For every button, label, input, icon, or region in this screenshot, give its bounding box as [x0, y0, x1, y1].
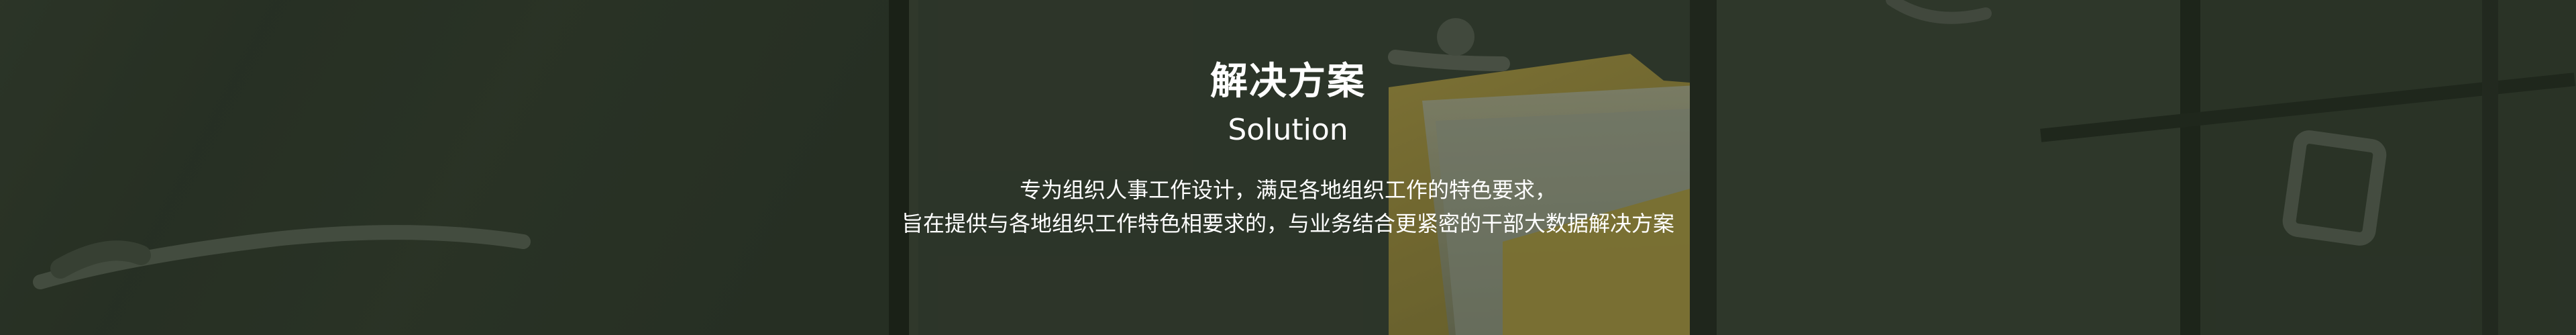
banner-content: 解决方案 Solution 专为组织人事工作设计，满足各地组织工作的特色要求， …: [0, 0, 2576, 335]
banner-subtitle: Solution: [1228, 113, 1348, 147]
banner-title: 解决方案: [1210, 60, 1366, 103]
banner-description-line-1: 专为组织人事工作设计，满足各地组织工作的特色要求，: [1019, 177, 1556, 203]
banner-description: 专为组织人事工作设计，满足各地组织工作的特色要求， 旨在提供与各地组织工作特色相…: [902, 173, 1674, 240]
banner-description-line-2: 旨在提供与各地组织工作特色相要求的，与业务结合更紧密的干部大数据解决方案: [901, 211, 1674, 236]
solution-banner: 解决方案 Solution 专为组织人事工作设计，满足各地组织工作的特色要求， …: [0, 0, 2576, 335]
